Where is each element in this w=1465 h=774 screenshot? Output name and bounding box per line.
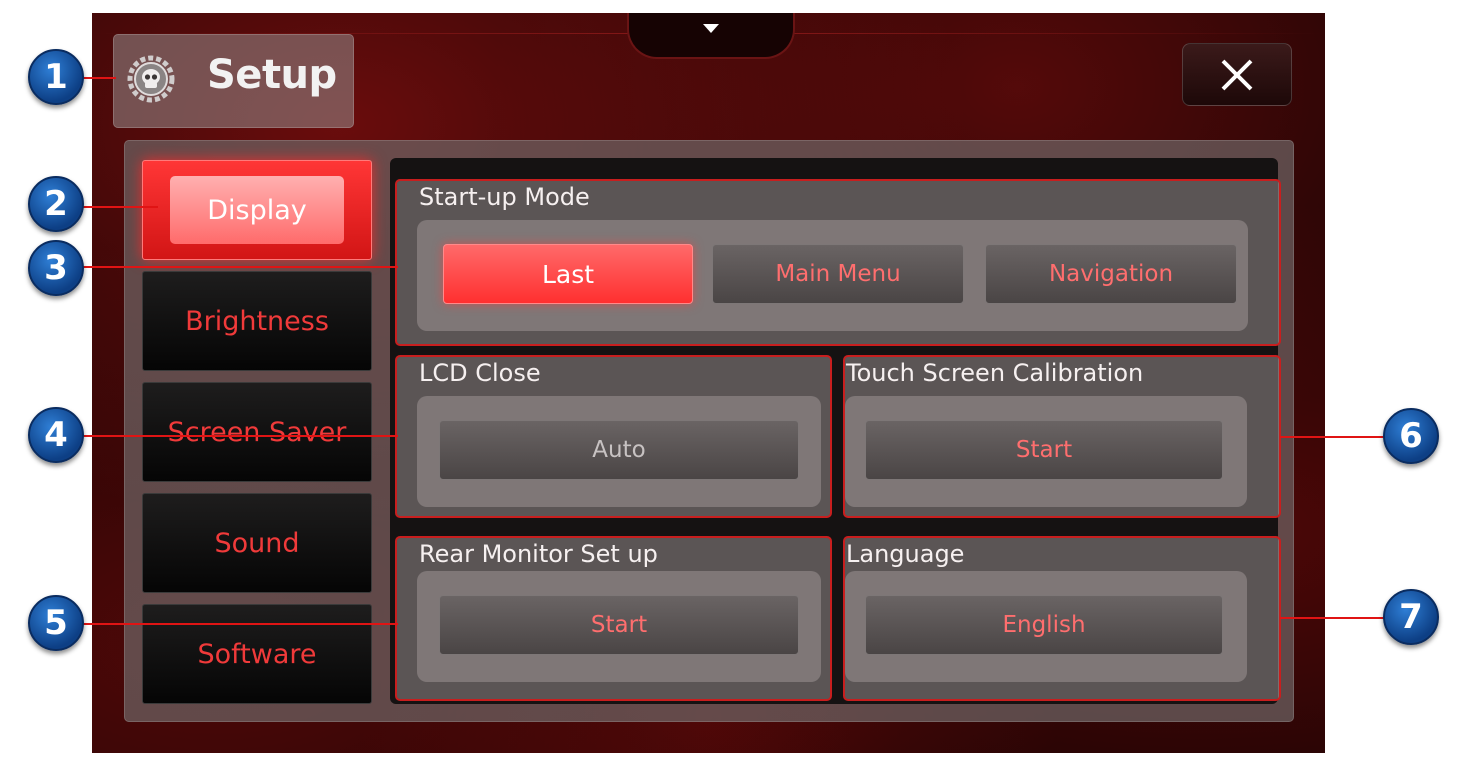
sidebar-item-label: Screen Saver (167, 416, 347, 448)
touch-calibration-start-button[interactable]: Start (865, 420, 1223, 480)
language-option: English (845, 571, 1247, 682)
callout-line-3 (82, 266, 398, 268)
gear-skull-icon (127, 55, 175, 103)
lcd-close-group: LCD Close Auto (395, 355, 832, 518)
startup-option-navigation[interactable]: Navigation (985, 244, 1237, 304)
callout-badge-4: 4 (28, 407, 84, 463)
sidebar-item-label: Brightness (185, 305, 329, 337)
callout-line-6 (1280, 436, 1385, 438)
startup-mode-options: Last Main Menu Navigation (417, 220, 1248, 331)
language-group: Language English (843, 536, 1281, 701)
arrow-down-icon (703, 24, 719, 33)
callout-line-4 (82, 435, 398, 437)
callout-badge-6: 6 (1383, 408, 1439, 464)
content-area: Start-up Mode Last Main Menu Navigation … (390, 158, 1281, 704)
lcd-close-select[interactable]: Auto (439, 420, 799, 480)
callout-badge-1: 1 (28, 49, 84, 105)
pull-down-tab[interactable] (627, 13, 795, 59)
sidebar-item-brightness[interactable]: Brightness (142, 271, 372, 371)
page-title: Setup (207, 52, 337, 98)
close-icon (1221, 59, 1253, 91)
sidebar-item-label: Display (170, 176, 344, 244)
sidebar-item-screen-saver[interactable]: Screen Saver (142, 382, 372, 482)
group-title: Language (846, 540, 965, 568)
settings-panel: Display Brightness Screen Saver Sound So… (124, 140, 1294, 722)
setup-header: Setup (113, 34, 354, 128)
sidebar-item-sound[interactable]: Sound (142, 493, 372, 593)
group-title: Start-up Mode (419, 183, 590, 211)
group-title: LCD Close (419, 359, 541, 387)
close-button[interactable] (1182, 43, 1292, 106)
callout-line-2 (82, 206, 158, 208)
sidebar-item-label: Software (197, 638, 317, 670)
callout-line-7 (1280, 617, 1385, 619)
sidebar-item-software[interactable]: Software (142, 604, 372, 704)
touch-calibration-group: Touch Screen Calibration Start (843, 355, 1281, 518)
lcd-close-option: Auto (417, 396, 821, 507)
touch-calibration-option: Start (845, 396, 1247, 507)
rear-monitor-group: Rear Monitor Set up Start (395, 536, 832, 701)
callout-badge-7: 7 (1383, 589, 1439, 645)
callout-line-5 (82, 623, 398, 625)
group-title: Touch Screen Calibration (846, 359, 1144, 387)
callout-badge-3: 3 (28, 240, 84, 296)
startup-option-main-menu[interactable]: Main Menu (712, 244, 964, 304)
sidebar-item-display[interactable]: Display (142, 160, 372, 260)
callout-line-1 (82, 77, 116, 79)
startup-option-last[interactable]: Last (443, 244, 693, 304)
callout-badge-5: 5 (28, 595, 84, 651)
rear-monitor-option: Start (417, 571, 821, 682)
group-title: Rear Monitor Set up (419, 540, 658, 568)
callout-badge-2: 2 (28, 176, 84, 232)
sidebar-item-label: Sound (214, 527, 300, 559)
startup-mode-group: Start-up Mode Last Main Menu Navigation (395, 179, 1281, 346)
setup-screen: Setup Display Brightness Screen Saver So… (92, 13, 1325, 753)
language-select[interactable]: English (865, 595, 1223, 655)
rear-monitor-start-button[interactable]: Start (439, 595, 799, 655)
